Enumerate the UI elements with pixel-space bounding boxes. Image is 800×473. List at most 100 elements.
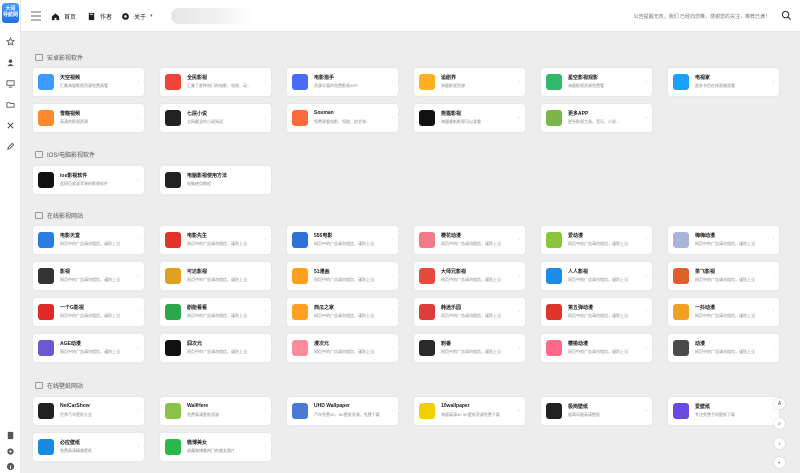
site-card[interactable]: 剧能看看 网页中的广告请勿相信，谨防上当 › [160, 298, 271, 326]
site-card[interactable]: AGE动漫 网页中的广告请勿相信，谨防上当 › [33, 334, 144, 362]
card-title: 人人影视 [568, 269, 589, 275]
section-title: 安卓影视软件 [35, 52, 83, 62]
site-card[interactable]: 更多APP 更多影视工具，音乐、小说... › [541, 104, 652, 132]
site-card[interactable]: 星空影视观影 海量影视资源免费看 › [541, 68, 652, 96]
folder-icon[interactable] [4, 98, 17, 111]
card-title: 影视 [60, 269, 71, 275]
display-icon[interactable] [4, 77, 17, 90]
card-title: UHD Wallpaper [314, 403, 350, 409]
card-description: 免费观看电影、短剧、综艺和... [314, 119, 370, 124]
site-card[interactable]: 囧次元 网页中的广告请勿相信，谨防上当 › [160, 334, 271, 362]
gear-icon [122, 12, 129, 20]
site-card[interactable]: 追剧界 海量影视资源 › [414, 68, 525, 96]
card-title: 天空视频 [60, 75, 81, 81]
card-title: 西瓜之家 [314, 305, 335, 311]
card-description: 极简风格高清壁纸 [568, 412, 600, 417]
card-title: 电影猎手 [314, 75, 335, 81]
chevron-right-icon: › [518, 237, 520, 243]
home-icon [51, 12, 60, 20]
menu-toggle-icon[interactable] [30, 10, 42, 22]
nav-author-label: 作者 [100, 14, 113, 21]
chevron-right-icon: › [391, 115, 393, 121]
chevron-right-icon: › [645, 273, 647, 279]
site-card[interactable]: 微博美女 收藏微博最热门的美女图片 › [160, 433, 271, 461]
user-icon[interactable] [4, 56, 17, 69]
nav-home[interactable]: 首页 [51, 9, 76, 23]
site-card[interactable]: 熊猫影视 海量最新影视可以观看 › [414, 104, 525, 132]
app-icon [419, 403, 435, 419]
app-icon [546, 268, 562, 284]
site-card[interactable]: 大师兄影视 网页中的广告请勿相信，谨防上当 › [414, 262, 525, 290]
site-card[interactable]: 第五弹动漫 网页中的广告请勿相信，谨防上当 › [541, 298, 652, 326]
card-description: 高清的影视资源 [60, 119, 88, 124]
app-icon [165, 340, 181, 356]
nav-author[interactable]: 作者 [87, 9, 112, 23]
document-icon[interactable] [4, 429, 17, 442]
site-card[interactable]: 爱动漫 网页中的广告请勿相信，谨防上当 › [541, 226, 652, 254]
card-title: 电影天堂 [60, 233, 81, 239]
site-card[interactable]: 嗨嗨动漫 网页中的广告请勿相信，谨防上当 › [668, 226, 779, 254]
site-card[interactable]: 一抖动漫 网页中的广告请勿相信，谨防上当 › [668, 298, 779, 326]
settings-icon[interactable] [4, 445, 17, 458]
chevron-right-icon: › [264, 345, 266, 351]
site-card[interactable]: 樱桃动漫 网页中的广告请勿相信，谨防上当 › [541, 334, 652, 362]
site-card[interactable]: 51漫画 网页中的广告请勿相信，谨防上当 › [287, 262, 398, 290]
app-icon [165, 268, 181, 284]
site-card[interactable]: Souman 免费观看电影、短剧、综艺和... › [287, 104, 398, 132]
site-card[interactable]: 韩迷乐园 网页中的广告请勿相信，谨防上当 › [414, 298, 525, 326]
site-card[interactable]: 10wallpaper 海量高清4K 5K壁纸资源免费下载 › [414, 397, 525, 425]
theme-toggle-icon[interactable]: ◐ [774, 457, 785, 468]
card-description: 网页中的广告请勿相信，谨防上当 [568, 241, 628, 246]
site-card[interactable]: 必应壁纸 免费高清精美壁纸 › [33, 433, 144, 461]
search-icon[interactable] [781, 10, 792, 21]
site-card[interactable]: 电影猎手 资源丰富的免费影视APP › [287, 68, 398, 96]
site-card[interactable]: 漫次元 网页中的广告请勿相信，谨防上当 › [287, 334, 398, 362]
site-card[interactable]: 一个G影视 网页中的广告请勿相信，谨防上当 › [33, 298, 144, 326]
site-card[interactable]: 极简壁纸 极简风格高清壁纸 › [541, 397, 652, 425]
site-card[interactable]: 樱花动漫 网页中的广告请勿相信，谨防上当 › [414, 226, 525, 254]
site-card[interactable]: 电影先生 网页中的广告请勿相信，谨防上当 › [160, 226, 271, 254]
site-card[interactable]: 动漫 网页中的广告请勿相信，谨防上当 › [668, 334, 779, 362]
card-title: 七层小说 [187, 111, 208, 117]
site-card[interactable]: 电视家 超多节目在线直播观看 › [668, 68, 779, 96]
site-card[interactable]: ios影视软件 此网页收录苹果的影视软件 › [33, 166, 144, 194]
font-size-button[interactable]: A [774, 398, 785, 409]
bell-icon[interactable]: ♪ [774, 438, 785, 449]
app-icon [38, 403, 54, 419]
site-card[interactable]: 影视 网页中的广告请勿相信，谨防上当 › [33, 262, 144, 290]
site-card[interactable]: 爱壁纸 专注免费手机壁纸下载 › [668, 397, 779, 425]
site-card[interactable]: 七层小说 全网最全的小说阅读 › [160, 104, 271, 132]
site-card[interactable]: NetCarShow 世界汽车壁纸大全 › [33, 397, 144, 425]
site-logo[interactable]: 大百 导航网 [2, 3, 19, 23]
card-description: 收藏微博最热门的美女图片 [187, 448, 235, 453]
site-card[interactable]: 电影天堂 网页中的广告请勿相信，谨防上当 › [33, 226, 144, 254]
star-icon[interactable] [4, 35, 17, 48]
app-icon [38, 232, 54, 248]
card-title: 可达影视 [187, 269, 208, 275]
chevron-right-icon: › [391, 79, 393, 85]
pencil-icon[interactable] [4, 140, 17, 153]
card-description: 海量影视资源免费看 [568, 83, 604, 88]
site-card[interactable]: 茶飞影视 网页中的广告请勿相信，谨防上当 › [668, 262, 779, 290]
site-card[interactable]: 人人影视 网页中的广告请勿相信，谨防上当 › [541, 262, 652, 290]
site-card[interactable]: 可达影视 网页中的广告请勿相信，谨防上当 › [160, 262, 271, 290]
card-title: 必应壁纸 [60, 440, 81, 446]
site-card[interactable]: 全民影视 汇集了各种热门的电影、电视、动... › [160, 68, 271, 96]
site-card[interactable]: WallHere 免费高清壁纸资源 › [160, 397, 271, 425]
tools-icon[interactable] [4, 119, 17, 132]
site-card[interactable]: 西瓜之家 网页中的广告请勿相信，谨防上当 › [287, 298, 398, 326]
site-card[interactable]: UHD Wallpaper 汽车免费4K、8K壁纸资源，免费下载 › [287, 397, 398, 425]
site-card[interactable]: 雪糕视频 高清的影视资源 › [33, 104, 144, 132]
site-card[interactable]: 电脑影视使用方法 电脑使用教程 › [160, 166, 271, 194]
card-title: 全民影视 [187, 75, 208, 81]
card-title: 10wallpaper [441, 403, 470, 409]
nav-about[interactable]: 关于 ▾ [121, 9, 153, 23]
card-title: Souman [314, 110, 334, 116]
search-float-icon[interactable]: ⌕ [774, 418, 785, 429]
card-description: 网页中的广告请勿相信，谨防上当 [60, 349, 120, 354]
site-card[interactable]: 555电影 网页中的广告请勿相信，谨防上当 › [287, 226, 398, 254]
card-title: 动漫 [695, 341, 706, 347]
info-icon[interactable] [4, 460, 17, 473]
site-card[interactable]: 刺番 网页中的广告请勿相信，谨防上当 › [414, 334, 525, 362]
site-card[interactable]: 天空视频 汇集海量影视资源免费观看 › [33, 68, 144, 96]
